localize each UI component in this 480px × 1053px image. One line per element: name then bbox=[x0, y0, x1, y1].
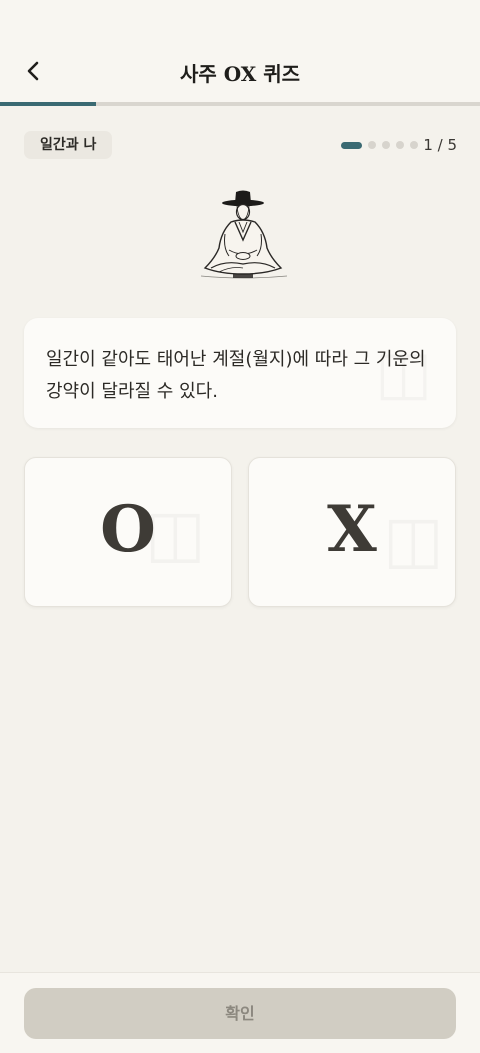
quiz-screen: 사주 OX 퀴즈 일간과 나 1 / 5 ◫ 일간이 같아 bbox=[0, 0, 480, 1053]
step-dot bbox=[382, 141, 390, 149]
footer-bar: 확인 bbox=[0, 972, 480, 1053]
quiz-progress-fill bbox=[0, 102, 96, 106]
question-card: ◫ 일간이 같아도 태어난 계절(월지)에 따라 그 기운의 강약이 달라질 수… bbox=[24, 318, 456, 428]
step-dot bbox=[396, 141, 404, 149]
quiz-progress-bar bbox=[0, 102, 480, 106]
question-text: 일간이 같아도 태어난 계절(월지)에 따라 그 기운의 강약이 달라질 수 있… bbox=[46, 349, 426, 402]
confirm-button[interactable]: 확인 bbox=[24, 988, 456, 1039]
answer-x-button[interactable]: ◫ X bbox=[248, 457, 456, 607]
answer-x-label: X bbox=[327, 492, 377, 567]
answer-o-label: O bbox=[100, 492, 156, 567]
step-dot bbox=[410, 141, 418, 149]
category-chip: 일간과 나 bbox=[24, 131, 113, 159]
step-indicator bbox=[341, 141, 418, 149]
page-title: 사주 OX 퀴즈 bbox=[179, 62, 301, 86]
step-dot bbox=[368, 141, 376, 149]
seated-scholar-illustration bbox=[200, 190, 288, 279]
step-dot-active bbox=[341, 141, 362, 149]
app-header: 사주 OX 퀴즈 bbox=[0, 0, 480, 103]
step-counter: 1 / 5 bbox=[423, 136, 457, 154]
answer-o-button[interactable]: ◫ O bbox=[24, 457, 232, 607]
